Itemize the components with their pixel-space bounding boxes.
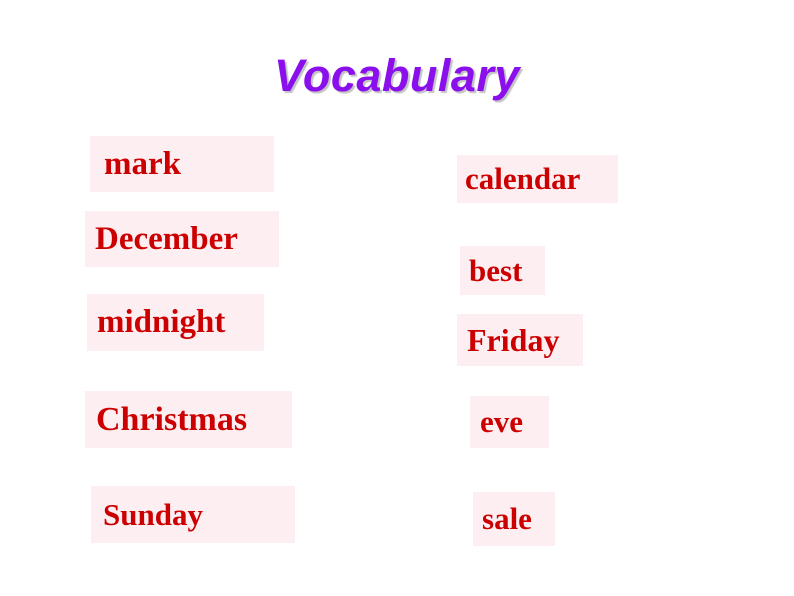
vocabulary-word-label: Christmas (96, 400, 248, 438)
vocabulary-word-label: calendar (465, 161, 581, 196)
vocabulary-word-chip[interactable]: midnight (87, 294, 264, 351)
vocabulary-word-label: mark (104, 145, 181, 182)
vocabulary-word-label: sale (482, 501, 532, 536)
vocabulary-slide: Vocabulary mark December midnight Christmas… (0, 0, 794, 596)
vocabulary-word-label: Friday (467, 321, 560, 358)
vocabulary-word-label: eve (480, 404, 524, 439)
vocabulary-word-chip[interactable]: sale (473, 492, 555, 546)
vocabulary-word-chip[interactable]: calendar (457, 155, 618, 203)
vocabulary-word-chip[interactable]: mark (90, 136, 274, 192)
page-title: Vocabulary (274, 50, 520, 101)
vocabulary-word-label: Sunday (103, 496, 203, 532)
vocabulary-word-chip[interactable]: Friday (457, 314, 583, 366)
vocabulary-word-label: December (95, 220, 238, 257)
vocabulary-word-chip[interactable]: best (460, 246, 545, 295)
vocabulary-word-chip[interactable]: Christmas (85, 391, 292, 448)
vocabulary-word-chip[interactable]: Sunday (91, 486, 295, 543)
vocabulary-word-chip[interactable]: December (85, 211, 279, 267)
vocabulary-word-label: midnight (97, 304, 226, 340)
vocabulary-word-label: best (469, 252, 523, 288)
vocabulary-word-chip[interactable]: eve (470, 396, 549, 448)
